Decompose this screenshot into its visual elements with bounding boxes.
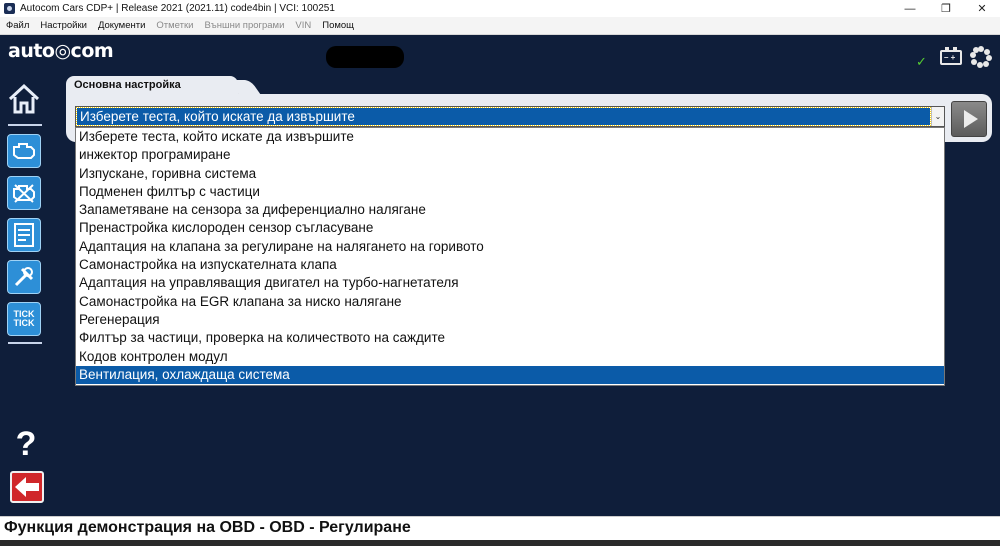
dropdown-option-highlighted[interactable]: Вентилация, охлаждаща система xyxy=(76,365,944,385)
menu-vin: VIN xyxy=(295,20,312,31)
window-controls: — ❐ ✕ xyxy=(892,0,1000,17)
dropdown-option[interactable]: Самонастройка на EGR клапана за ниско на… xyxy=(76,293,944,311)
title-bar: Autocom Cars CDP+ | Release 2021 (2021.1… xyxy=(0,0,1000,17)
battery-icon[interactable]: – + xyxy=(940,47,962,65)
tick-tick-icon: TICK TICK xyxy=(14,310,35,328)
menu-help[interactable]: Помощ xyxy=(322,20,354,31)
status-text: Функция демонстрация на OBD - OBD - Регу… xyxy=(4,519,411,536)
redacted-area xyxy=(326,46,404,68)
check-icon: ✓ xyxy=(916,54,927,69)
engine-fault-button[interactable] xyxy=(7,176,41,210)
dropdown-option[interactable]: Адаптация на клапана за регулиране на на… xyxy=(76,238,944,256)
app-icon xyxy=(4,3,15,14)
taskbar-strip xyxy=(0,540,1000,546)
diagnostics-button[interactable] xyxy=(7,218,41,252)
home-button[interactable] xyxy=(7,82,41,116)
engine-icon xyxy=(13,143,35,159)
dropdown-option[interactable]: Регенерация xyxy=(76,311,944,329)
dropdown-option[interactable]: Кодов контролен модул xyxy=(76,348,944,366)
settings-gear-icon[interactable] xyxy=(970,46,992,68)
dropdown-option[interactable]: Самонастройка на изпускателната клапа xyxy=(76,256,944,274)
back-arrow-icon xyxy=(15,477,39,497)
window-title: Autocom Cars CDP+ | Release 2021 (2021.1… xyxy=(20,3,335,14)
dropdown-option[interactable]: Филтър за частици, проверка на количеств… xyxy=(76,329,944,347)
test-select-value[interactable]: Изберете теста, който искате да извършит… xyxy=(76,107,931,126)
tick-tick-button[interactable]: TICK TICK xyxy=(7,302,41,336)
chevron-down-icon[interactable]: ⌄ xyxy=(931,107,944,126)
dropdown-option[interactable]: Адаптация на управляващия двигател на ту… xyxy=(76,274,944,292)
menu-settings[interactable]: Настройки xyxy=(40,20,87,31)
test-select[interactable]: Изберете теста, който искате да извършит… xyxy=(75,106,945,127)
app-header: auto◎com xyxy=(0,36,1000,76)
maximize-button[interactable]: ❐ xyxy=(928,0,964,17)
menu-documents[interactable]: Документи xyxy=(98,20,145,31)
diagnostics-icon xyxy=(14,223,34,247)
battery-symbol: – + xyxy=(944,53,956,62)
dropdown-option[interactable]: Пренастройка кислороден сензор съгласува… xyxy=(76,219,944,237)
engine-fault-icon xyxy=(13,184,35,203)
autocom-logo: auto◎com xyxy=(8,40,114,62)
dropdown-option[interactable]: Запаметяване на сензора за диференциално… xyxy=(76,201,944,219)
back-button[interactable] xyxy=(10,471,44,503)
dropdown-option[interactable]: Изпускане, горивна система xyxy=(76,165,944,183)
panel-tab-title: Основна настройка xyxy=(66,76,238,96)
menu-external-programs: Външни програми xyxy=(204,20,285,31)
test-dropdown-list: Изберете теста, който искате да извършит… xyxy=(75,127,945,386)
dropdown-option[interactable]: инжектор програмиране xyxy=(76,146,944,164)
tools-icon xyxy=(14,267,34,287)
minimize-button[interactable]: — xyxy=(892,0,928,17)
help-button[interactable]: ? xyxy=(9,426,43,462)
tools-button[interactable] xyxy=(7,260,41,294)
menu-bar: Файл Настройки Документи Отметки Външни … xyxy=(0,17,1000,35)
run-test-button[interactable] xyxy=(951,101,987,137)
sidebar: TICK TICK ? xyxy=(0,76,48,516)
tick-label-2: TICK xyxy=(13,318,35,328)
close-button[interactable]: ✕ xyxy=(964,0,1000,17)
home-icon xyxy=(8,83,40,114)
engine-button[interactable] xyxy=(7,134,41,168)
menu-bookmarks: Отметки xyxy=(156,20,194,31)
menu-file[interactable]: Файл xyxy=(6,20,29,31)
dropdown-option[interactable]: Изберете теста, който искате да извършит… xyxy=(76,128,944,146)
dropdown-option[interactable]: Подменен филтър с частици xyxy=(76,183,944,201)
status-bar: Функция демонстрация на OBD - OBD - Регу… xyxy=(0,516,1000,540)
